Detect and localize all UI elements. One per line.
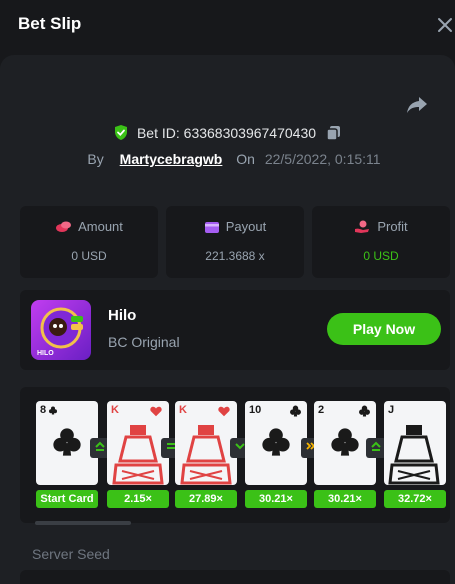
stat-profit-value: 0 USD <box>363 249 399 263</box>
hilo-logo-icon: HILO <box>31 300 91 360</box>
stat-profit-label: Profit <box>377 219 408 234</box>
shield-check-icon <box>115 125 128 140</box>
card-rank: J <box>388 404 395 416</box>
card-j-clubs: J <box>384 401 446 485</box>
stat-payout: Payout 221.3688 x <box>166 206 304 278</box>
card-rank: K <box>111 404 119 416</box>
club-icon <box>262 428 290 456</box>
stat-profit: Profit 0 USD <box>312 206 450 278</box>
club-icon <box>331 428 359 456</box>
jack-figure-icon <box>388 425 440 485</box>
card-history-scrollbar[interactable] <box>35 521 131 525</box>
copy-icon[interactable] <box>326 125 342 141</box>
club-icon <box>359 405 370 417</box>
server-seed-label: Server Seed <box>32 546 110 562</box>
higher-icon <box>366 438 386 458</box>
stat-payout-label: Payout <box>225 219 267 234</box>
stat-amount-value: 0 USD <box>71 249 107 263</box>
bet-author-row: By Martycebragwb On 22/5/2022, 0:15:11 <box>0 151 455 167</box>
stat-payout-value: 221.3688 x <box>205 249 265 263</box>
card-multiplier: 2.15× <box>107 490 169 508</box>
heart-icon <box>218 406 230 417</box>
play-now-button[interactable]: Play Now <box>327 313 441 345</box>
king-figure-icon <box>180 425 232 485</box>
hand-coin-icon <box>355 220 370 233</box>
card-k-hearts: K <box>175 401 237 485</box>
card-rank: 10 <box>249 404 262 416</box>
card-10-clubs: 10 <box>245 401 307 485</box>
bet-id-row: Bet ID: 63368303967470430 <box>0 124 455 141</box>
bet-date: 22/5/2022, 0:15:11 <box>264 151 381 167</box>
server-seed-field[interactable] <box>20 570 450 584</box>
card-multiplier: 30.21× <box>314 490 376 508</box>
club-icon <box>290 405 301 417</box>
card-multiplier: Start Card <box>36 490 98 508</box>
share-icon[interactable] <box>406 95 428 115</box>
wallet-icon <box>204 222 219 233</box>
by-label: By <box>87 151 104 167</box>
card-multiplier: 32.72× <box>384 490 446 508</box>
club-icon <box>49 406 57 415</box>
game-name: Hilo <box>108 307 137 324</box>
card-8-clubs: 8 <box>36 401 98 485</box>
card-rank: K <box>179 404 187 416</box>
card-rank: 2 <box>318 404 325 416</box>
card-multiplier: 27.89× <box>175 490 237 508</box>
coins-icon <box>56 221 72 232</box>
card-rank: 8 <box>40 404 47 416</box>
game-thumbnail[interactable]: HILO <box>31 300 91 360</box>
card-history[interactable]: 8 Start Card K 2.15× K 27.89× 10 30.21× … <box>20 387 450 523</box>
heart-icon <box>150 406 162 417</box>
on-label: On <box>236 151 255 167</box>
card-multiplier: 30.21× <box>245 490 307 508</box>
bet-id-value: 63368303967470430 <box>183 125 317 141</box>
bet-id-label: Bet ID: <box>136 125 180 141</box>
game-provider: BC Original <box>108 334 180 350</box>
game-card: HILO Hilo BC Original Play Now <box>20 290 450 370</box>
bet-slip-title: Bet Slip <box>18 14 82 33</box>
stat-amount: Amount 0 USD <box>20 206 158 278</box>
card-k-hearts: K <box>107 401 169 485</box>
king-figure-icon <box>112 425 164 485</box>
bet-slip-header: Bet Slip <box>0 0 455 50</box>
club-icon <box>53 428 81 456</box>
game-thumb-text: HILO <box>37 350 54 357</box>
close-icon[interactable] <box>434 14 455 36</box>
stat-amount-label: Amount <box>78 219 123 234</box>
user-link[interactable]: Martycebragwb <box>120 151 223 167</box>
